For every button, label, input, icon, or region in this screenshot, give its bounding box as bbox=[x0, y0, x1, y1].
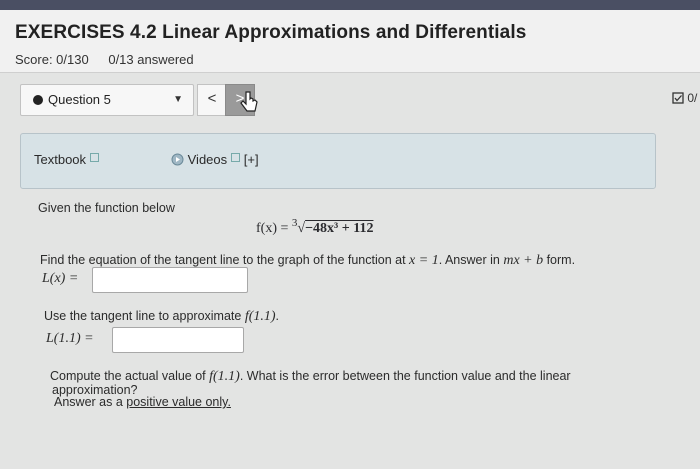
part1-tail: . Answer in bbox=[438, 253, 504, 267]
resources-panel: Textbook Videos [+] bbox=[20, 133, 656, 189]
approximation-input[interactable] bbox=[112, 327, 244, 353]
part1-point: x = 1 bbox=[409, 253, 439, 268]
external-link-icon bbox=[231, 153, 241, 162]
question-body: Given the function below f(x) = 3√−48x³ … bbox=[20, 187, 660, 469]
formula-radicand: −48x³ + 112 bbox=[305, 221, 374, 236]
part1-form: mx + b bbox=[503, 253, 544, 268]
prev-question-button[interactable]: < bbox=[197, 84, 227, 116]
answered-text: 0/13 answered bbox=[108, 52, 194, 67]
part2-prompt: Use the tangent line to approximate f(1.… bbox=[44, 309, 279, 325]
chevron-down-icon: ▼ bbox=[173, 94, 183, 105]
tangent-line-input[interactable] bbox=[92, 267, 248, 293]
progress-label: 0/ bbox=[687, 91, 698, 105]
part3-line3-text: Answer as a bbox=[54, 395, 127, 409]
external-link-icon bbox=[90, 153, 100, 162]
header: EXERCISES 4.2 Linear Approximations and … bbox=[0, 10, 700, 73]
part3-line3: Answer as a positive value only. bbox=[54, 395, 231, 409]
part2-text: Use the tangent line to approximate bbox=[44, 309, 245, 323]
part1-text: Find the equation of the tangent line to… bbox=[40, 253, 410, 267]
part3-expr: f(1.1) bbox=[209, 369, 240, 384]
circle-icon bbox=[33, 95, 43, 105]
part3-text-b: . What is the error between the function… bbox=[239, 369, 571, 383]
score-text: Score: 0/130 bbox=[15, 52, 89, 67]
positive-value-note: positive value only. bbox=[126, 395, 231, 409]
part2-end: . bbox=[275, 309, 280, 323]
intro-text: Given the function below bbox=[38, 201, 175, 215]
top-bar bbox=[0, 0, 700, 10]
textbook-label: Textbook bbox=[34, 152, 87, 167]
part1-end: form. bbox=[543, 253, 576, 267]
hand-cursor-icon bbox=[240, 91, 258, 112]
score-line: Score: 0/130 0/13 answered bbox=[15, 52, 210, 67]
videos-link[interactable]: Videos [+] bbox=[171, 152, 259, 167]
videos-label: Videos bbox=[187, 152, 228, 167]
video-icon bbox=[171, 153, 184, 166]
part2-expr: f(1.1) bbox=[244, 309, 276, 324]
checkbox-icon bbox=[672, 92, 684, 104]
textbook-link[interactable]: Textbook bbox=[34, 152, 100, 167]
videos-more-link[interactable]: [+] bbox=[244, 152, 259, 167]
formula-lhs: f(x) = bbox=[256, 221, 292, 236]
function-formula: f(x) = 3√−48x³ + 112 bbox=[256, 217, 374, 236]
part1-label: L(x) = bbox=[42, 271, 79, 286]
part2-label: L(1.1) = bbox=[46, 331, 94, 346]
page-title: EXERCISES 4.2 Linear Approximations and … bbox=[15, 22, 527, 43]
question-label: Question 5 bbox=[48, 92, 111, 107]
part3-text-a: Compute the actual value of bbox=[50, 369, 210, 383]
progress-indicator[interactable]: 0/ bbox=[672, 91, 697, 105]
question-select[interactable]: Question 5 ▼ bbox=[20, 84, 194, 116]
